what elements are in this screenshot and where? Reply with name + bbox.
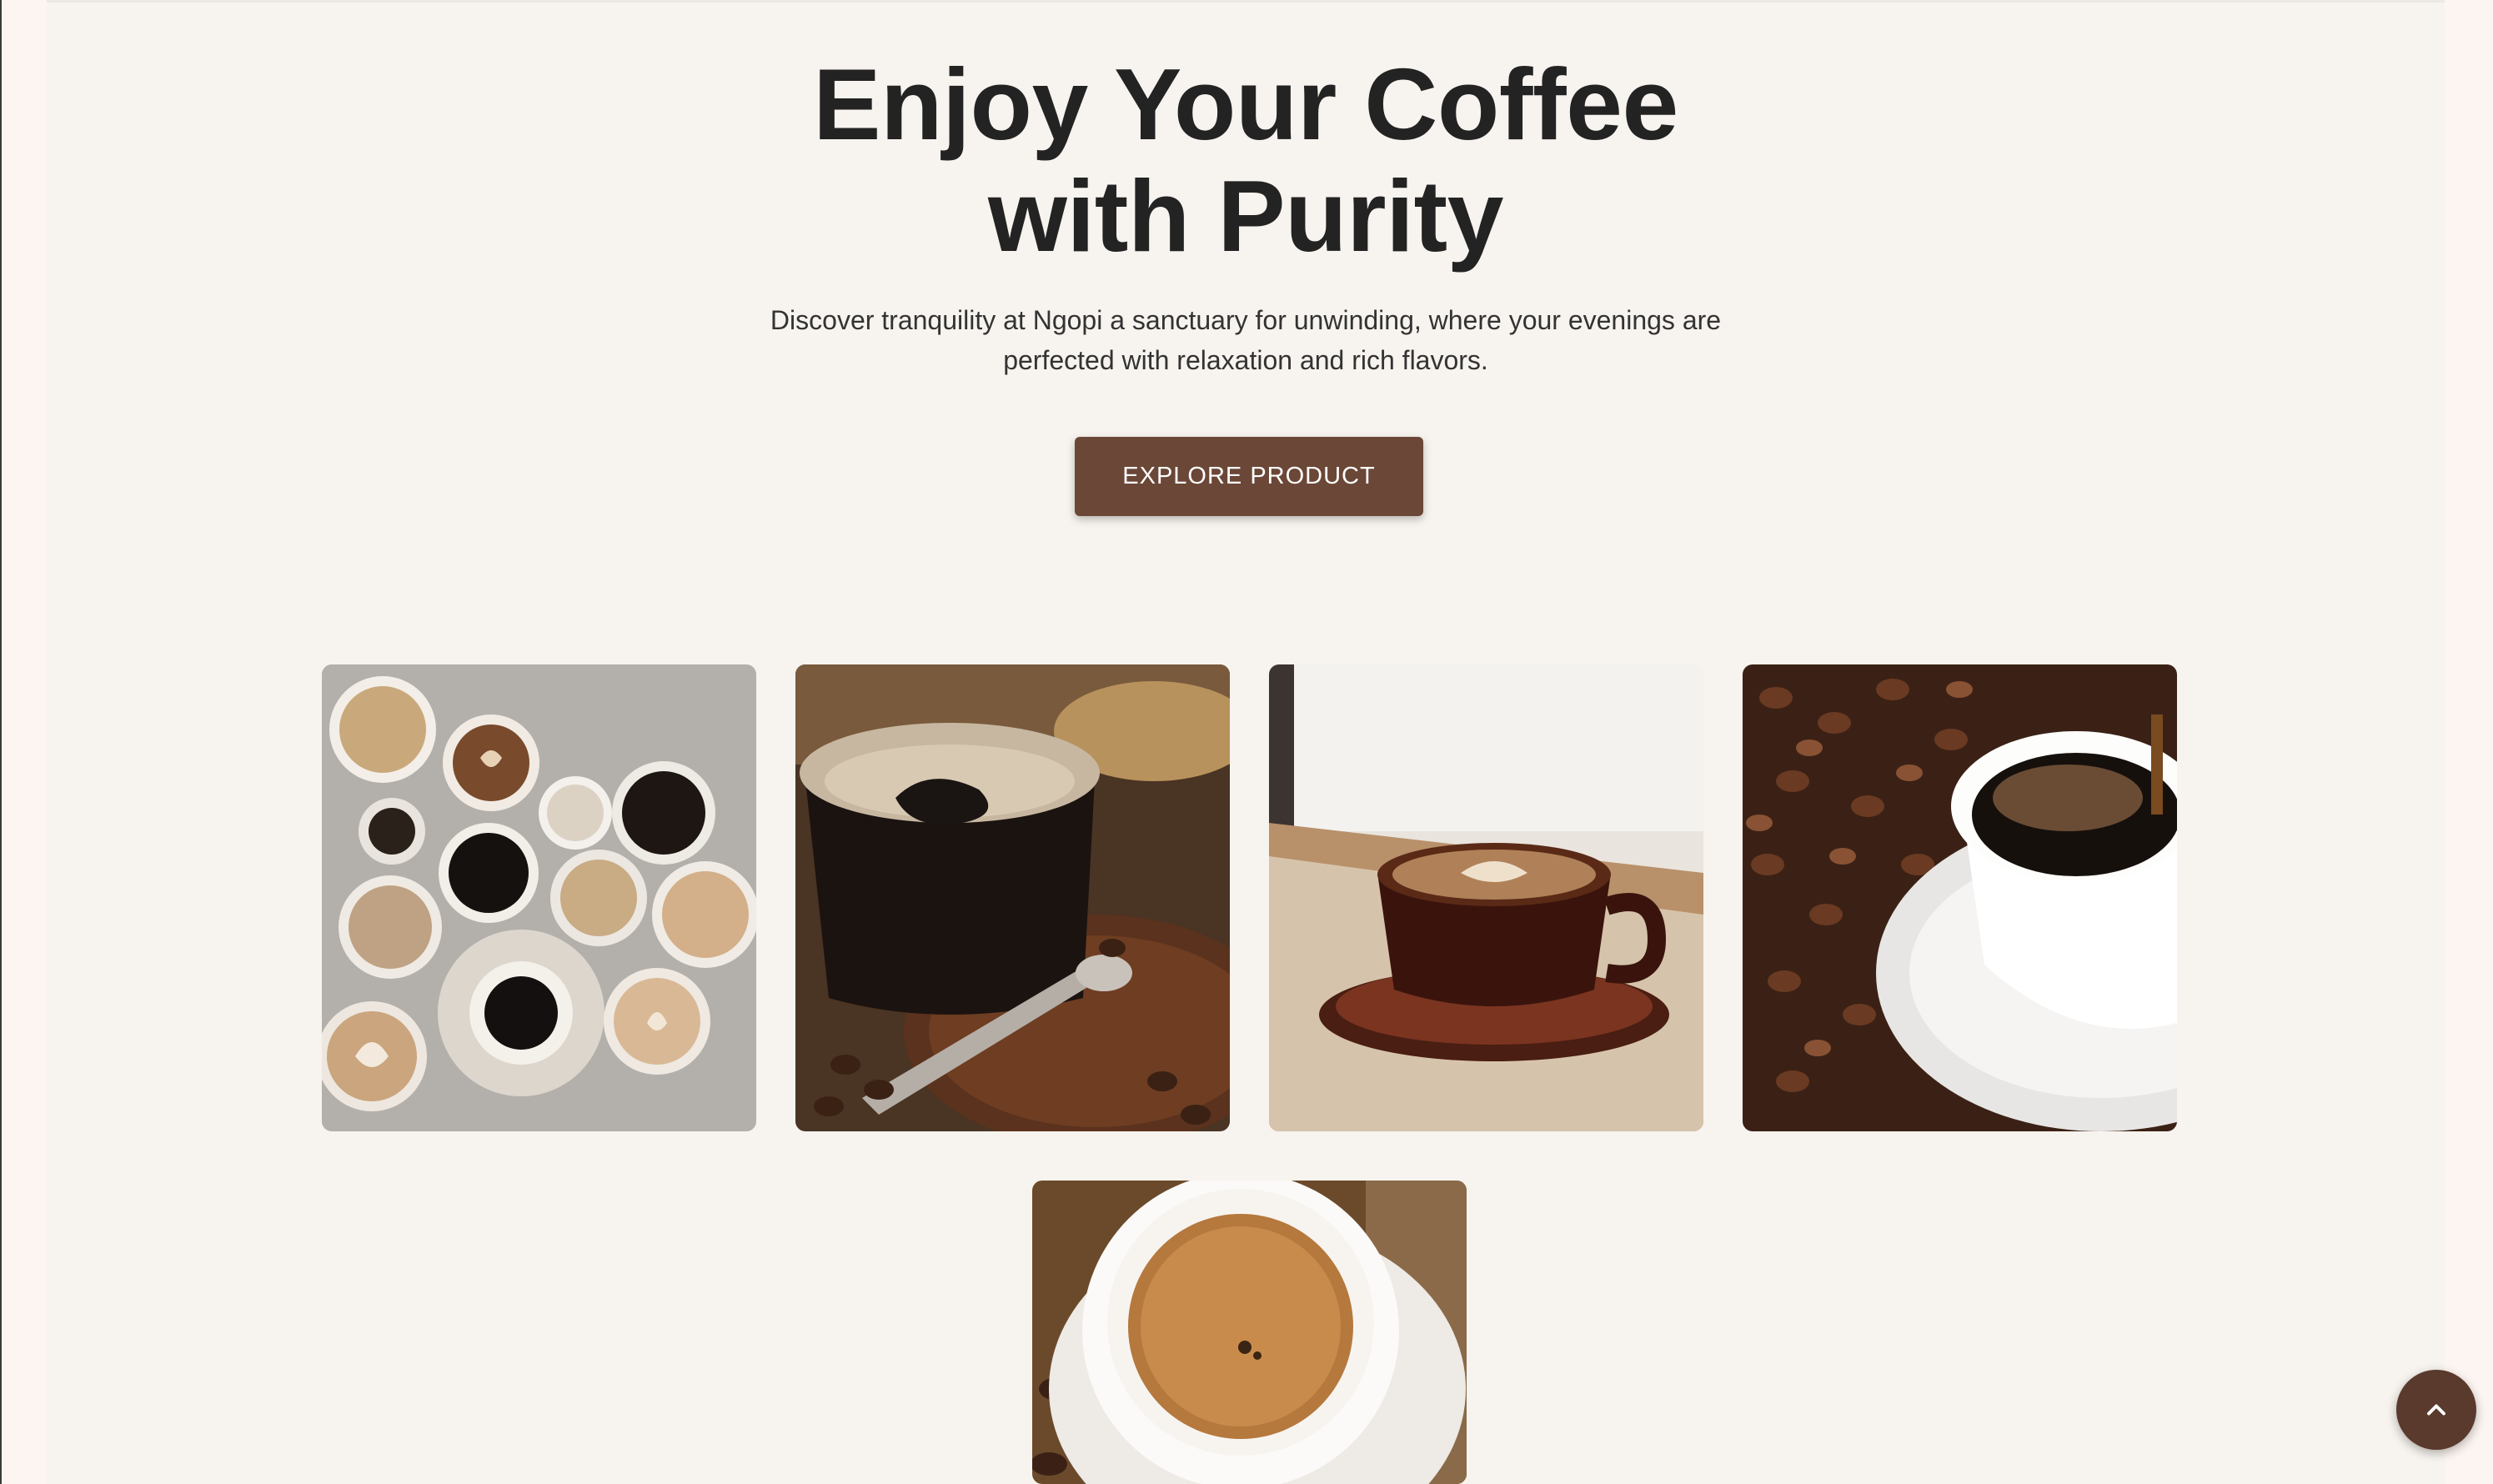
divider bbox=[47, 0, 2445, 3]
hero-title: Enjoy Your Coffee with Purity bbox=[47, 48, 2445, 272]
hero-title-line1: Enjoy Your Coffee bbox=[813, 48, 1678, 161]
hero-subtitle: Discover tranquility at Ngopi a sanctuar… bbox=[770, 305, 1722, 375]
hero-title-line2: with Purity bbox=[987, 159, 1504, 273]
chevron-up-icon bbox=[2427, 1404, 2445, 1416]
gallery-image-coffee-beans-cup[interactable] bbox=[1743, 664, 2177, 1131]
gallery-image-cups-top-view[interactable] bbox=[322, 664, 756, 1131]
gallery-image-espresso[interactable] bbox=[1032, 1181, 1467, 1484]
gallery-image-black-coffee[interactable] bbox=[795, 664, 1230, 1131]
scroll-to-top-button[interactable] bbox=[2396, 1370, 2476, 1450]
gallery-image-cappuccino[interactable] bbox=[1269, 664, 1703, 1131]
explore-product-button[interactable]: EXPLORE PRODUCT bbox=[1075, 437, 1423, 516]
hero-section: Enjoy Your Coffee with Purity Discover t… bbox=[47, 0, 2445, 1484]
window-edge bbox=[0, 0, 2, 1484]
